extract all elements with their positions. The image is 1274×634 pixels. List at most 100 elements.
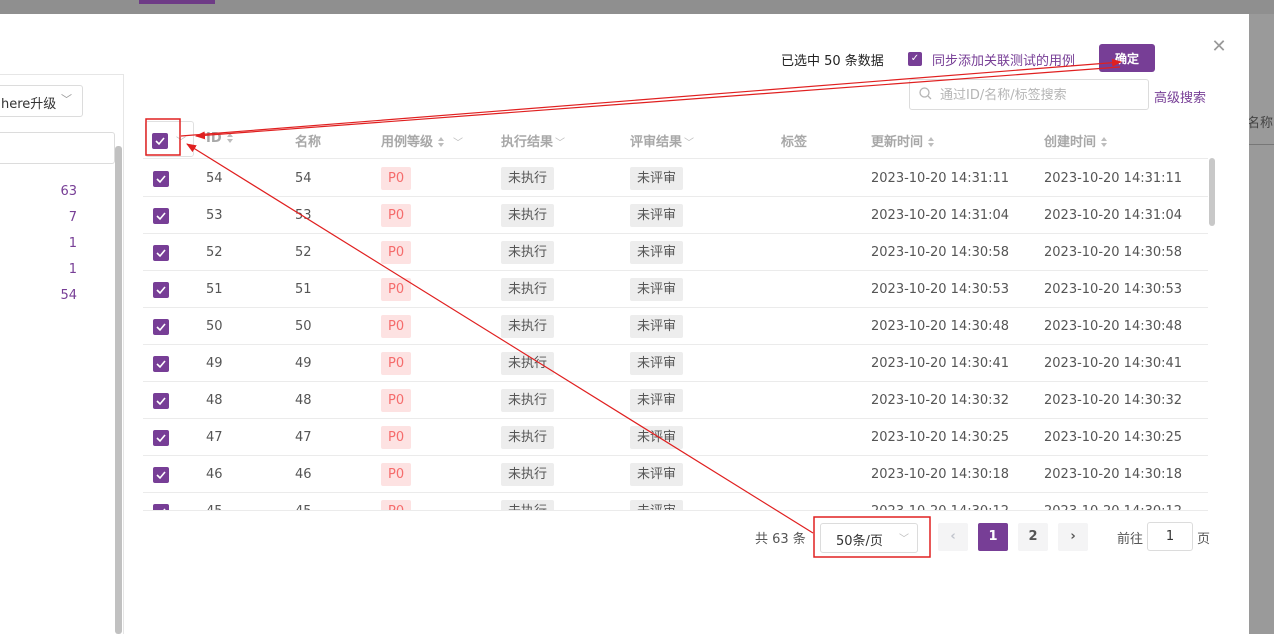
table-row[interactable]: 50 50 P0 未执行 未评审 2023-10-20 14:30:48 2023-10-2…: [143, 308, 1208, 345]
cell-name[interactable]: 54: [295, 171, 312, 186]
cell-update-time: 2023-10-20 14:31:11: [871, 171, 1010, 186]
select-all-checkbox[interactable]: [152, 133, 168, 149]
cell-update-time: 2023-10-20 14:30:32: [871, 393, 1010, 408]
cell-name[interactable]: 48: [295, 393, 312, 408]
module-count[interactable]: 1: [37, 236, 77, 251]
cell-name[interactable]: 51: [295, 282, 312, 297]
page-size-select[interactable]: 50条/页 ﹀: [820, 523, 918, 553]
col-exec-result[interactable]: 执行结果 ﹀: [501, 131, 565, 150]
cell-name[interactable]: 53: [295, 208, 312, 223]
col-update-time[interactable]: 更新时间: [871, 131, 935, 150]
sync-checkbox-label[interactable]: 同步添加关联测试的用例: [932, 50, 1075, 69]
row-checkbox[interactable]: [153, 356, 169, 372]
goto-label: 前往: [1117, 532, 1144, 547]
exec-result-tag: 未执行: [501, 167, 555, 190]
module-count[interactable]: 63: [37, 184, 77, 199]
advanced-search-link[interactable]: 高级搜索: [1154, 87, 1206, 106]
row-checkbox[interactable]: [153, 467, 169, 483]
table-row[interactable]: 48 48 P0 未执行 未评审 2023-10-20 14:30:32 2023-10-2…: [143, 382, 1208, 419]
row-checkbox[interactable]: [153, 319, 169, 335]
table-row[interactable]: 49 49 P0 未执行 未评审 2023-10-20 14:30:41 2023-10-2…: [143, 345, 1208, 382]
chevron-right-icon[interactable]: ›: [1058, 523, 1088, 551]
table-row[interactable]: 52 52 P0 未执行 未评审 2023-10-20 14:30:58 2023-10-2…: [143, 234, 1208, 271]
row-checkbox[interactable]: [153, 393, 169, 409]
backdrop-divider: [1249, 144, 1274, 145]
exec-result-tag: 未执行: [501, 241, 555, 264]
table-scrollbar[interactable]: [1209, 158, 1215, 226]
goto-page-input[interactable]: [1147, 522, 1193, 551]
cell-name[interactable]: 49: [295, 356, 312, 371]
cell-name[interactable]: 52: [295, 245, 312, 260]
cell-update-time: 2023-10-20 14:30:41: [871, 356, 1010, 371]
col-review-result[interactable]: 评审结果 ﹀: [630, 131, 694, 150]
module-count[interactable]: 1: [37, 262, 77, 277]
module-filter-input[interactable]: [0, 132, 115, 164]
cell-create-time: 2023-10-20 14:30:25: [1044, 430, 1183, 445]
sort-icon[interactable]: [438, 137, 445, 148]
chevron-down-icon: ﹀: [899, 534, 909, 545]
cell-name[interactable]: 46: [295, 467, 312, 482]
project-version-select[interactable]: here升级 ﹀: [0, 85, 83, 117]
confirm-button[interactable]: 确定: [1099, 44, 1155, 72]
cell-name[interactable]: 50: [295, 319, 312, 334]
pagination-total: 共 63 条: [755, 532, 806, 547]
cell-id: 50: [206, 319, 223, 334]
col-id[interactable]: ID: [206, 131, 234, 146]
exec-result-tag: 未执行: [501, 426, 555, 449]
sort-icon[interactable]: [1101, 137, 1108, 148]
sort-icon[interactable]: [928, 137, 935, 148]
row-checkbox[interactable]: [153, 171, 169, 187]
chevron-down-icon: ﹀: [61, 93, 72, 106]
chevron-down-icon[interactable]: ﹀: [176, 133, 186, 148]
col-name-label: 名称: [295, 135, 322, 150]
table-row[interactable]: 46 46 P0 未执行 未评审 2023-10-20 14:30:18 2023-10-2…: [143, 456, 1208, 493]
chevron-left-icon[interactable]: ‹: [938, 523, 968, 551]
table-header: ﹀ ID 名称 用例等级 ﹀ 执行结果 ﹀ 评审结果 ﹀ 标签 更新时间 创建时间: [143, 118, 1208, 159]
table-row[interactable]: 53 53 P0 未执行 未评审 2023-10-20 14:31:04 2023-10-2…: [143, 197, 1208, 234]
table-row[interactable]: 51 51 P0 未执行 未评审 2023-10-20 14:30:53 2023-10-2…: [143, 271, 1208, 308]
cell-create-time: 2023-10-20 14:30:32: [1044, 393, 1183, 408]
row-checkbox[interactable]: [153, 430, 169, 446]
exec-result-tag: 未执行: [501, 352, 555, 375]
cell-name[interactable]: 47: [295, 430, 312, 445]
col-create-time[interactable]: 创建时间: [1044, 131, 1108, 150]
review-result-tag: 未评审: [630, 389, 684, 412]
col-review-result-label: 评审结果: [630, 135, 683, 150]
search-input[interactable]: [940, 85, 1140, 105]
review-result-tag: 未评审: [630, 426, 684, 449]
level-tag: P0: [381, 315, 412, 338]
filter-icon[interactable]: ﹀: [453, 134, 463, 149]
exec-result-tag: 未执行: [501, 278, 555, 301]
close-icon[interactable]: ✕: [1209, 37, 1229, 57]
level-tag: P0: [381, 167, 412, 190]
page-button-2[interactable]: 2: [1018, 523, 1048, 551]
left-panel-scrollbar[interactable]: [115, 146, 122, 634]
case-table: ﹀ ID 名称 用例等级 ﹀ 执行结果 ﹀ 评审结果 ﹀ 标签 更新时间 创建时间 5…: [143, 118, 1208, 511]
cell-id: 54: [206, 171, 223, 186]
table-row[interactable]: 4545P0未执行未评审2023-10-20 14:30:122023-10-2…: [143, 493, 1208, 511]
select-all-dropdown[interactable]: ﹀: [145, 121, 194, 157]
row-checkbox[interactable]: [153, 282, 169, 298]
col-level[interactable]: 用例等级 ﹀: [381, 131, 463, 150]
level-tag: P0: [381, 426, 412, 449]
backdrop-column-label: 名称: [1247, 116, 1274, 131]
selected-count-text: 已选中 50 条数据: [781, 54, 884, 69]
cell-id: 48: [206, 393, 223, 408]
cell-create-time: 2023-10-20 14:31:11: [1044, 171, 1183, 186]
col-name: 名称: [295, 131, 321, 150]
table-divider: [143, 510, 1208, 511]
cell-id: 52: [206, 245, 223, 260]
filter-icon[interactable]: ﹀: [684, 134, 694, 149]
sort-icon[interactable]: [226, 133, 234, 144]
cell-create-time: 2023-10-20 14:30:58: [1044, 245, 1183, 260]
exec-result-tag: 未执行: [501, 204, 555, 227]
table-row[interactable]: 47 47 P0 未执行 未评审 2023-10-20 14:30:25 2023-10-2…: [143, 419, 1208, 456]
module-count[interactable]: 7: [37, 210, 77, 225]
page-button-1[interactable]: 1: [978, 523, 1008, 551]
filter-icon[interactable]: ﹀: [555, 134, 565, 149]
sync-checkbox[interactable]: ✓: [908, 52, 922, 66]
row-checkbox[interactable]: [153, 245, 169, 261]
row-checkbox[interactable]: [153, 208, 169, 224]
table-row[interactable]: 54 54 P0 未执行 未评审 2023-10-20 14:31:11 2023-10-2…: [143, 160, 1208, 197]
module-count[interactable]: 54: [37, 288, 77, 303]
